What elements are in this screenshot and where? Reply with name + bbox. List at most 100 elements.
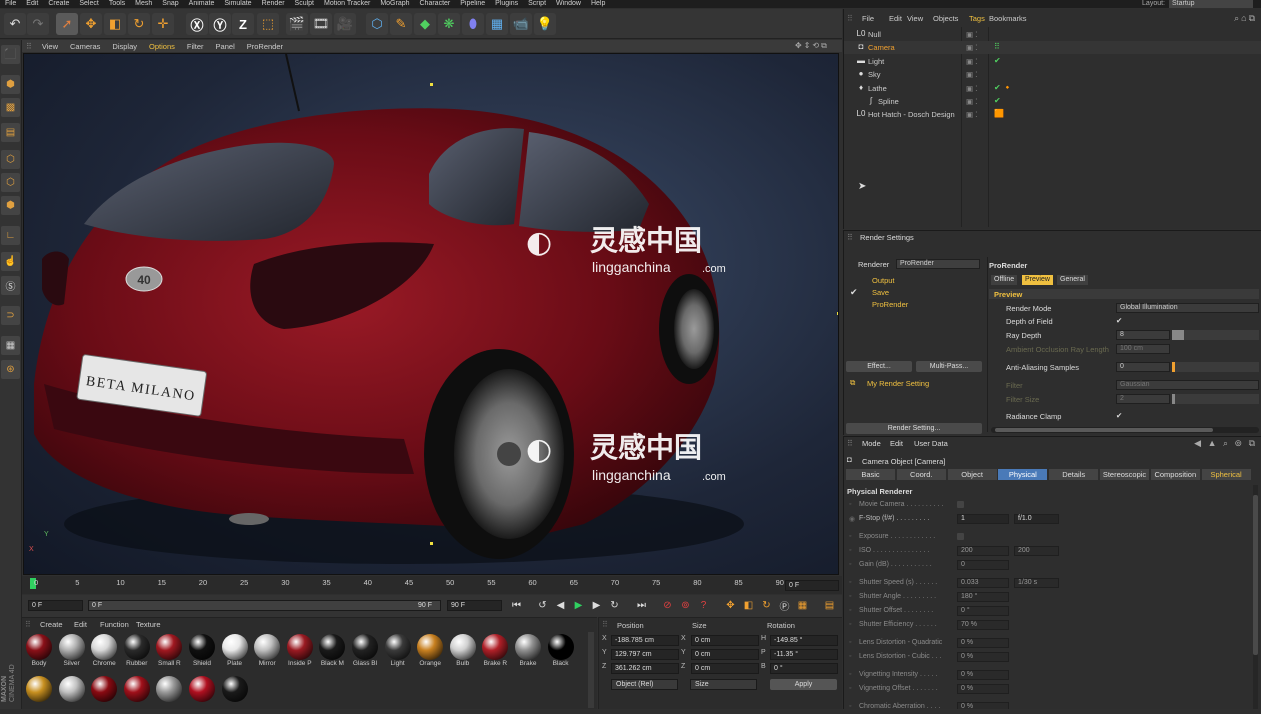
menu-mesh[interactable]: Mesh [130,0,157,8]
object-menu-objects[interactable]: Objects [933,14,958,23]
drag-handle-icon[interactable]: ⠿ [847,439,853,448]
snap-icon[interactable]: Ⓢ [1,276,20,295]
material-swatch[interactable]: Body [24,634,54,672]
position-z-field[interactable]: 361.262 cm [611,663,679,674]
object-menu-file[interactable]: File [862,14,874,23]
attribute-field-value[interactable]: 0 % [957,684,1009,694]
select-arrow-icon[interactable]: ➚ [56,13,78,35]
render-field-value[interactable]: Global Illumination [1116,303,1259,313]
attribute-field-value[interactable]: 180 ° [957,592,1009,602]
visibility-toggle-icon[interactable]: ▣ ⁚ [966,97,978,106]
menu-snap[interactable]: Snap [157,0,183,8]
render-tab-preview[interactable]: Preview [1022,275,1053,285]
layout-selector[interactable]: Layout: Startup [1142,0,1253,8]
attribute-scrollbar[interactable] [1253,485,1258,709]
prev-key-icon[interactable]: ↺ [535,598,550,613]
scale-icon[interactable]: ◧ [104,13,126,35]
animation-radio-icon[interactable]: ◦ [849,501,851,508]
viewport-menu-cameras[interactable]: Cameras [64,42,106,51]
autokey-icon[interactable]: ⊚ [678,598,693,613]
viewport-nav-icons[interactable]: ✥⇕⟲⧉ [795,41,829,51]
material-scrollbar[interactable] [588,632,594,708]
rotation-h-field[interactable]: -149.85 ° [770,635,838,646]
locked-workplane-icon[interactable]: ⊛ [1,360,20,379]
points-mode-icon[interactable]: ⬡ [1,150,20,169]
apply-button[interactable]: Apply [770,679,837,690]
my-render-setting-item[interactable]: My Render Setting [867,379,929,388]
menu-plugins[interactable]: Plugins [490,0,523,8]
material-swatch[interactable] [24,676,54,714]
object-menu-edit[interactable]: Edit [889,14,902,23]
menu-animate[interactable]: Animate [184,0,220,8]
tweak-icon[interactable]: ☝ [1,252,20,271]
object-menu-bookmarks[interactable]: Bookmarks [989,14,1027,23]
current-frame-field[interactable]: 0 F [785,580,839,591]
attribute-tab-composition[interactable]: Composition [1150,469,1200,480]
undo-icon[interactable]: ↶ [4,13,26,35]
position-y-field[interactable]: 129.797 cm [611,649,679,660]
attribute-tab-object[interactable]: Object [947,469,997,480]
object-tag-icon[interactable]: 🟧 [994,109,1004,118]
visibility-toggle-icon[interactable]: ▣ ⁚ [966,110,978,119]
object-row[interactable]: ● Sky ▣ ⁚ [844,68,1261,81]
attribute-tab-coord[interactable]: Coord. [896,469,946,480]
attribute-field-value[interactable]: 0 % [957,638,1009,648]
menu-window[interactable]: Window [551,0,586,8]
render-tree-prorender[interactable]: ProRender [872,300,908,309]
animation-radio-icon[interactable]: ◦ [849,621,851,628]
floor-icon[interactable]: ▦ [486,13,508,35]
attribute-field-value[interactable]: 0 % [957,652,1009,662]
render-settings-scrollbar[interactable] [991,427,1259,433]
object-menu-tags[interactable]: Tags [969,14,985,23]
viewport-menu-options[interactable]: Options [143,42,181,51]
viewport[interactable]: BETA MILANO 40 Y X ◐ 灵感中国 lingganchina .… [23,53,839,575]
x-axis-lock-icon[interactable]: Ⓧ [186,13,208,35]
render-tree-output[interactable]: Output [872,276,895,285]
render-field-value[interactable]: 2 [1116,394,1170,404]
render-field-slider[interactable] [1172,330,1259,340]
animation-radio-icon[interactable]: ◦ [849,703,851,709]
render-field-value[interactable]: 8 [1116,330,1170,340]
renderer-dropdown[interactable]: ProRender [896,259,980,269]
camera-handle[interactable] [430,542,433,545]
animation-radio-icon[interactable]: ◦ [849,547,851,554]
drag-handle-icon[interactable]: ⠿ [22,42,36,51]
animation-radio-icon[interactable]: ◦ [849,607,851,614]
render-field-slider[interactable] [1172,362,1259,372]
size-y-field[interactable]: 0 cm [691,649,759,660]
object-row[interactable]: L0 Null ▣ ⁚ [844,28,1261,41]
viewport-menu-display[interactable]: Display [106,42,143,51]
material-menu-edit[interactable]: Edit [74,620,87,629]
visibility-toggle-icon[interactable]: ▣ ⁚ [966,84,978,93]
material-swatch[interactable]: Shield [187,634,217,672]
material-swatch[interactable]: Chrome [89,634,119,672]
material-swatch[interactable]: Inside P [285,634,315,672]
drag-handle-icon[interactable]: ⠿ [602,620,608,629]
slider-knob[interactable] [1172,330,1184,340]
render-field-slider[interactable] [1172,394,1259,404]
size-z-field[interactable]: 0 cm [691,663,759,674]
render-tree-save[interactable]: Save [872,288,889,297]
menu-sculpt[interactable]: Sculpt [290,0,319,8]
material-swatch[interactable]: Glass Bl [350,634,380,672]
timeline-ruler[interactable]: 0 5 10 15 20 25 30 35 40 45 50 55 60 65 70 75 80 85 90 0 F [22,576,842,594]
object-row[interactable]: ◘ Camera ▣ ⁚ ⠿ [844,41,1261,55]
menu-select[interactable]: Select [74,0,103,8]
material-swatch[interactable] [187,676,217,714]
object-menu-view[interactable]: View [907,14,923,23]
render-field-value[interactable]: Gaussian [1116,380,1259,390]
animation-radio-icon[interactable]: ◦ [849,653,851,660]
render-field-value[interactable]: 0 [1116,362,1170,372]
visibility-toggle-icon[interactable]: ▣ ⁚ [966,43,978,52]
menu-tools[interactable]: Tools [104,0,130,8]
animation-radio-icon[interactable]: ◦ [849,671,851,678]
model-mode-icon[interactable]: ⬢ [1,75,20,94]
attribute-field-preset[interactable]: 200 [1014,546,1059,556]
attribute-field-value[interactable]: 0 [957,560,1009,570]
material-swatch[interactable]: Rubber [122,634,152,672]
pen-icon[interactable]: ✎ [390,13,412,35]
rotation-p-field[interactable]: -11.35 ° [770,649,838,660]
menu-script[interactable]: Script [523,0,551,8]
object-row[interactable]: L0 Hot Hatch - Dosch Design ▣ ⁚ 🟧 [844,108,1261,121]
menu-create[interactable]: Create [43,0,74,8]
